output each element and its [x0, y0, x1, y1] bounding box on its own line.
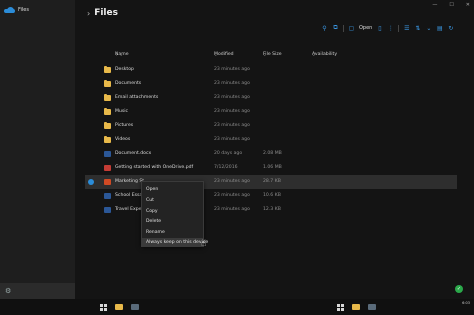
folder-icon	[104, 80, 111, 87]
table-row[interactable]: Pictures 23 minutes ago	[85, 119, 457, 133]
copy-link-icon[interactable]: ⧉	[332, 24, 339, 32]
file-modified: 23 minutes ago	[214, 95, 250, 100]
file-modified: 7/12/2016	[214, 165, 238, 170]
table-row[interactable]: Music 23 minutes ago	[85, 105, 457, 119]
share-icon[interactable]: ⚲	[321, 25, 328, 32]
maximize-button[interactable]: ☐	[449, 2, 453, 8]
settings-gear-icon[interactable]: ⚙	[5, 288, 11, 295]
file-size: 2.08 MB	[263, 151, 282, 156]
file-name: Document.docx	[115, 151, 152, 156]
clock-time: 6:03	[462, 301, 470, 305]
table-row[interactable]: Videos 23 minutes ago	[85, 133, 457, 147]
start-windows-icon[interactable]	[100, 304, 107, 311]
hand-pointer-icon: ☝	[201, 239, 207, 249]
onedrive-cloud-icon	[4, 7, 15, 13]
file-modified: 20 days ago	[214, 151, 243, 156]
chevron-right-icon[interactable]: ›	[87, 9, 90, 18]
word-document-icon	[104, 151, 111, 157]
menu-copy[interactable]: Copy	[142, 207, 203, 216]
system-clock[interactable]: 6:03	[462, 301, 470, 306]
folder-icon	[104, 136, 111, 143]
selection-check-icon[interactable]	[88, 179, 94, 185]
file-name: Getting started with OneDrive.pdf	[115, 165, 194, 170]
file-modified: 23 minutes ago	[214, 109, 250, 114]
file-name: Videos	[115, 137, 131, 142]
table-row[interactable]: Documents 23 minutes ago	[85, 77, 457, 91]
menu-cut[interactable]: Cut	[142, 196, 203, 205]
file-modified: 23 minutes ago	[214, 179, 250, 184]
folder-icon	[104, 122, 111, 129]
file-size: 28.7 KB	[263, 179, 281, 184]
toolbar-divider	[398, 24, 400, 32]
file-name: Pictures	[115, 123, 134, 128]
delete-icon[interactable]: ▯	[376, 25, 383, 32]
file-name: Documents	[115, 81, 142, 86]
file-name: Music	[115, 109, 129, 114]
navigation-pane: Files ⚙	[0, 0, 75, 299]
file-modified: 23 minutes ago	[214, 123, 250, 128]
file-size: 10.6 KB	[263, 193, 281, 198]
file-size: 1.06 MB	[263, 165, 282, 170]
word-document-icon	[104, 193, 111, 199]
open-icon[interactable]: ▢	[348, 25, 355, 32]
table-row[interactable]: Desktop 23 minutes ago	[85, 63, 457, 77]
file-size: 12.3 KB	[263, 207, 281, 212]
toolbar-divider	[343, 24, 344, 32]
sort-arrow-icon: ↑ ⌄	[115, 52, 123, 57]
taskbar: 6:03	[0, 299, 474, 315]
file-modified: 23 minutes ago	[214, 137, 250, 142]
filter-icon[interactable]: ▤	[436, 25, 443, 32]
column-availability-label: Availability	[312, 52, 338, 57]
app-title: Files	[18, 7, 29, 13]
context-menu: Open Cut Copy Delete Rename Always keep …	[141, 181, 208, 247]
menu-always-keep[interactable]: Always keep on this device	[142, 238, 208, 247]
table-row[interactable]: Document.docx 20 days ago 2.08 MB	[85, 147, 457, 161]
table-row[interactable]: Getting started with OneDrive.pdf 7/12/20…	[85, 161, 457, 175]
folder-icon	[104, 108, 111, 115]
page-header: › Files	[87, 8, 118, 18]
file-modified: 23 minutes ago	[214, 81, 250, 86]
page-title: Files	[94, 8, 118, 18]
file-explorer-icon[interactable]	[115, 304, 123, 310]
chevron-down-icon[interactable]: ⌄	[425, 25, 432, 32]
window-controls: — ☐ ✕	[432, 2, 470, 8]
menu-rename[interactable]: Rename	[142, 228, 203, 237]
close-button[interactable]: ✕	[466, 2, 470, 8]
start-windows-icon[interactable]	[337, 304, 344, 311]
pdf-document-icon	[104, 165, 111, 171]
table-row[interactable]: Email attachments 23 minutes ago	[85, 91, 457, 105]
file-modified: 23 minutes ago	[214, 67, 250, 72]
sync-status-icon[interactable]: ✓	[455, 285, 463, 293]
powerpoint-document-icon	[104, 179, 111, 185]
file-modified: 23 minutes ago	[214, 193, 250, 198]
file-name: Email attachments	[115, 95, 159, 100]
taskbar-app-icon[interactable]	[368, 304, 376, 310]
minimize-button[interactable]: —	[432, 2, 437, 8]
taskbar-app-icon[interactable]	[131, 304, 139, 310]
open-button[interactable]: Open	[359, 25, 372, 31]
file-list-pane: › Files — ☐ ✕ ⚲ ⧉ ▢ Open ▯ ⋮ ☰ ⇅ ⌄ ▤ ↻ N…	[75, 0, 474, 299]
file-name: Desktop	[115, 67, 134, 72]
chevron-down-icon: ⌄	[263, 52, 267, 57]
folder-icon	[104, 94, 111, 101]
menu-open[interactable]: Open	[142, 185, 203, 194]
folder-icon	[104, 66, 111, 73]
chevron-down-icon: ⌄	[312, 52, 316, 57]
word-document-icon	[104, 207, 111, 213]
file-modified: 23 minutes ago	[214, 207, 250, 212]
more-icon[interactable]: ⋮	[387, 25, 394, 32]
chevron-down-icon: ⌄	[214, 52, 218, 57]
menu-delete[interactable]: Delete	[142, 217, 203, 226]
view-options-icon[interactable]: ☰	[403, 25, 410, 32]
sync-icon[interactable]: ↻	[447, 25, 454, 32]
sort-icon[interactable]: ⇅	[414, 25, 421, 32]
file-explorer-icon[interactable]	[352, 304, 360, 310]
app-brand[interactable]: Files	[4, 7, 29, 13]
command-bar: ⚲ ⧉ ▢ Open ▯ ⋮ ☰ ⇅ ⌄ ▤ ↻	[321, 24, 454, 32]
